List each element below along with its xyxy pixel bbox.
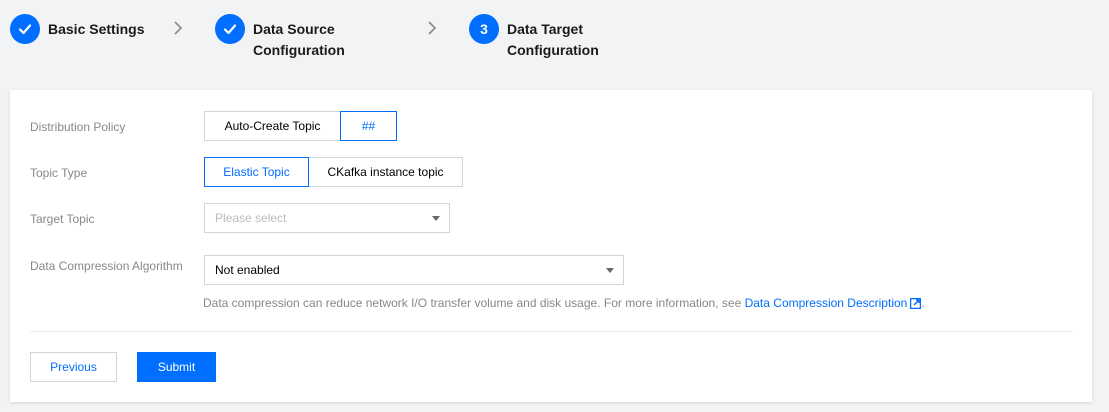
option-auto-create-topic[interactable]: Auto-Create Topic bbox=[204, 111, 341, 141]
external-link-icon[interactable] bbox=[910, 297, 922, 312]
step-label: Data Target Configuration bbox=[507, 21, 599, 58]
topic-type-label: Topic Type bbox=[30, 166, 88, 180]
compression-help-text: Data compression can reduce network I/O … bbox=[203, 296, 745, 310]
step-label: Basic Settings bbox=[48, 21, 145, 37]
check-icon bbox=[215, 14, 245, 44]
topic-type-selector: Elastic Topic CKafka instance topic bbox=[204, 157, 463, 187]
option-hash[interactable]: ## bbox=[340, 111, 397, 141]
check-icon bbox=[10, 14, 40, 44]
compression-select[interactable]: Not enabled bbox=[204, 255, 624, 285]
step-number: 3 bbox=[469, 14, 499, 44]
submit-button[interactable]: Submit bbox=[137, 352, 216, 382]
divider bbox=[30, 331, 1073, 332]
compression-label: Data Compression Algorithm bbox=[30, 259, 183, 273]
target-topic-select[interactable]: Please select bbox=[204, 203, 450, 233]
caret-down-icon bbox=[606, 268, 614, 273]
chevron-right-icon bbox=[171, 20, 185, 36]
previous-button[interactable]: Previous bbox=[30, 352, 117, 382]
distribution-policy-label: Distribution Policy bbox=[30, 120, 126, 134]
form-card: Distribution Policy Auto-Create Topic ##… bbox=[10, 90, 1092, 402]
step-data-source: Data Source Configuration bbox=[215, 14, 345, 61]
compression-doc-link[interactable]: Data Compression Description bbox=[745, 296, 908, 310]
stepper: Basic Settings Data Source Configuration… bbox=[0, 0, 1109, 90]
target-topic-placeholder: Please select bbox=[215, 211, 287, 225]
chevron-right-icon bbox=[425, 20, 439, 36]
compression-help: Data compression can reduce network I/O … bbox=[203, 296, 925, 312]
step-label: Data Source Configuration bbox=[253, 21, 345, 58]
distribution-policy-selector: Auto-Create Topic ## bbox=[204, 111, 397, 141]
caret-down-icon bbox=[432, 216, 440, 221]
compression-value: Not enabled bbox=[215, 263, 280, 277]
compression-help-suffix: . bbox=[921, 296, 925, 310]
target-topic-label: Target Topic bbox=[30, 212, 95, 226]
step-basic-settings: Basic Settings bbox=[10, 14, 144, 44]
step-data-target: 3 Data Target Configuration bbox=[469, 14, 599, 61]
option-ckafka-instance-topic[interactable]: CKafka instance topic bbox=[308, 157, 463, 187]
option-elastic-topic[interactable]: Elastic Topic bbox=[204, 157, 309, 187]
